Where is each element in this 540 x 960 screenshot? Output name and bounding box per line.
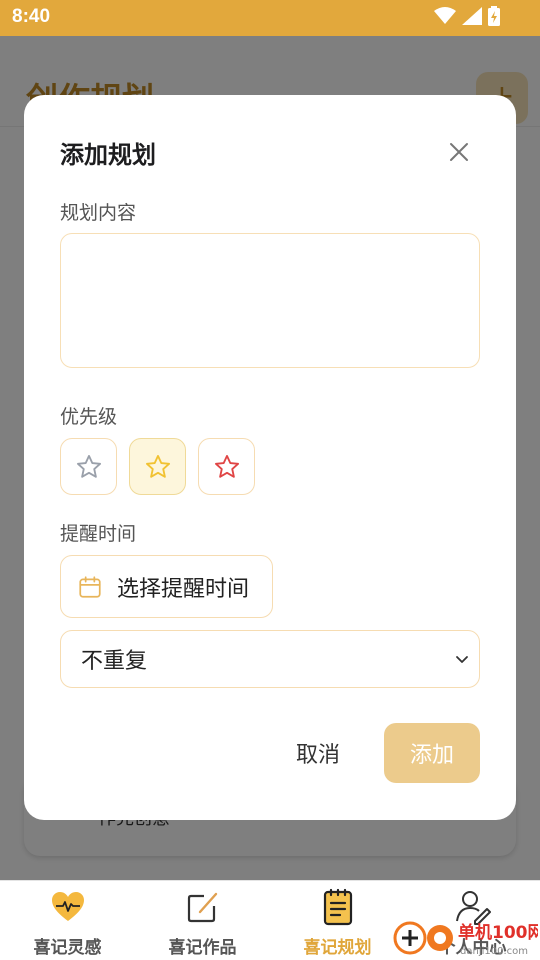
signal-icon (462, 7, 482, 25)
clipboard-list-icon (318, 887, 358, 927)
user-edit-icon (453, 887, 493, 927)
nav-item-profile[interactable]: 个人中心 (405, 881, 540, 960)
status-time: 8:40 (12, 6, 51, 27)
star-outline-icon (76, 454, 101, 478)
nav-item-planning[interactable]: 喜记规划 (270, 881, 405, 960)
calendar-icon (79, 575, 101, 598)
close-button[interactable] (444, 137, 474, 167)
nav-label: 喜记灵感 (33, 938, 102, 958)
status-icons (434, 6, 500, 26)
star-outline-icon (145, 454, 170, 478)
status-bar: 8:40 (0, 0, 540, 36)
battery-icon (488, 6, 500, 26)
priority-high-button[interactable] (198, 438, 255, 495)
nav-item-inspiration[interactable]: 喜记灵感 (0, 881, 135, 960)
nav-label: 个人中心 (438, 938, 507, 958)
content-label: 规划内容 (60, 202, 137, 224)
wifi-icon (434, 7, 456, 24)
star-outline-icon (214, 454, 239, 478)
edit-square-icon (183, 887, 223, 927)
nav-label: 喜记作品 (168, 938, 237, 958)
add-plan-dialog: 添加规划 规划内容 优先级 提醒时间 选择提醒时间 不重复 取消 添加 (24, 95, 516, 820)
priority-label: 优先级 (60, 406, 118, 428)
priority-options (60, 438, 255, 495)
priority-medium-button[interactable] (129, 438, 186, 495)
dialog-title: 添加规划 (60, 141, 156, 169)
content-textarea[interactable] (60, 233, 480, 368)
chevron-down-icon (456, 656, 468, 663)
close-icon (450, 143, 468, 161)
nav-item-works[interactable]: 喜记作品 (135, 881, 270, 960)
repeat-select[interactable]: 不重复 (60, 630, 480, 688)
submit-add-button[interactable]: 添加 (384, 723, 480, 783)
cancel-button[interactable]: 取消 (276, 723, 360, 783)
reminder-label: 提醒时间 (60, 523, 137, 545)
bottom-nav: 喜记灵感 喜记作品 喜记规划 个人中心 (0, 880, 540, 960)
heart-pulse-icon (48, 887, 88, 927)
nav-label: 喜记规划 (303, 938, 372, 958)
priority-low-button[interactable] (60, 438, 117, 495)
select-reminder-time-button[interactable]: 选择提醒时间 (60, 555, 273, 618)
reminder-button-label: 选择提醒时间 (117, 576, 250, 602)
repeat-value: 不重复 (81, 649, 148, 674)
